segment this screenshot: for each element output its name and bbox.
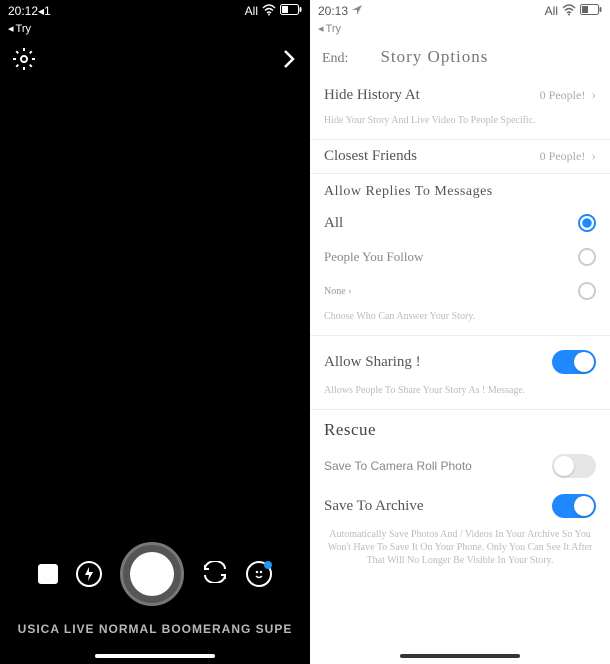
shutter-button[interactable] [120,542,184,606]
end-button[interactable]: End: [322,51,348,67]
save-archive-row[interactable]: Save To Archive [310,486,610,526]
back-chevron-icon: ◂ [8,22,14,35]
back-chevron-icon: ◂ [318,22,324,35]
closest-friends-row[interactable]: Closest Friends 0 People! › [310,140,610,173]
allow-sharing-label: Allow Sharing ! [324,354,552,371]
reply-option-follow[interactable]: People You Follow [310,240,610,274]
replies-desc: Choose Who Can Answer Your Story. [310,308,610,335]
status-time: 20:13 [318,4,348,18]
location-icon [352,4,362,18]
gallery-thumb-icon[interactable] [38,564,58,584]
chevron-right-icon: › [591,88,596,104]
wifi-icon [562,4,576,19]
battery-icon [580,4,602,18]
chevron-right-icon: › [591,149,596,165]
forward-chevron-icon[interactable] [280,48,298,75]
page-title: Story Options [368,47,598,67]
save-roll-label: Save To Camera Roll Photo [324,459,552,473]
back-nav-left[interactable]: ◂ Try [0,22,310,39]
reply-option-all[interactable]: All [310,206,610,240]
status-time: 20:12◂1 [8,4,51,18]
allow-sharing-desc: Allows People To Share Your Story As ! M… [310,382,610,409]
hide-history-row[interactable]: Hide History At 0 People! › [310,79,610,112]
status-bar-left: 20:12◂1 All [0,0,310,22]
save-camera-roll-row[interactable]: Save To Camera Roll Photo [310,446,610,486]
hide-history-desc: Hide Your Story And Live Video To People… [310,112,610,139]
battery-icon [280,4,302,18]
hide-history-value: 0 People! [540,88,586,103]
wifi-icon [262,4,276,19]
flash-icon[interactable] [76,561,102,587]
status-carrier: All [245,4,258,18]
camera-controls [0,542,310,606]
notification-dot-icon [264,561,272,569]
replies-section-title: Allow Replies To Messages [310,174,610,206]
status-carrier: All [545,4,558,18]
closest-friends-label: Closest Friends [324,148,540,165]
page-header: End: Story Options [310,39,610,79]
reply-option-none[interactable]: None › [310,274,610,308]
home-indicator-right[interactable] [400,654,520,658]
radio-unselected-icon [578,248,596,266]
toggle-on-icon[interactable] [552,350,596,374]
reply-follow-label: People You Follow [324,249,578,265]
reply-all-label: All [324,215,578,232]
story-options-screen: 20:13 All ◂ Try End: Story Options Hide … [310,0,610,664]
rescue-section-title: Rescue [310,410,610,446]
switch-camera-icon[interactable] [202,561,228,588]
face-filters-icon[interactable] [246,561,272,587]
status-bar-right: 20:13 All [310,0,610,22]
camera-modes[interactable]: USICA LIVE NORMAL BOOMERANG SUPE [0,622,310,636]
toggle-on-icon[interactable] [552,494,596,518]
save-archive-label: Save To Archive [324,498,552,515]
back-nav-right[interactable]: ◂ Try [310,22,610,39]
radio-unselected-icon [578,282,596,300]
radio-selected-icon [578,214,596,232]
shutter-inner [130,552,174,596]
settings-gear-icon[interactable] [12,47,36,76]
toggle-off-icon[interactable] [552,454,596,478]
back-label: Try [326,23,341,35]
allow-sharing-row[interactable]: Allow Sharing ! [310,336,610,382]
reply-none-label: None › [324,286,578,297]
back-label: Try [16,23,31,35]
camera-screen: 20:12◂1 All ◂ Try [0,0,310,664]
camera-viewport[interactable] [0,80,310,576]
home-indicator-left[interactable] [95,654,215,658]
hide-history-label: Hide History At [324,87,540,104]
rescue-desc: Automatically Save Photos And / Videos I… [310,526,610,579]
closest-friends-value: 0 People! [540,149,586,164]
